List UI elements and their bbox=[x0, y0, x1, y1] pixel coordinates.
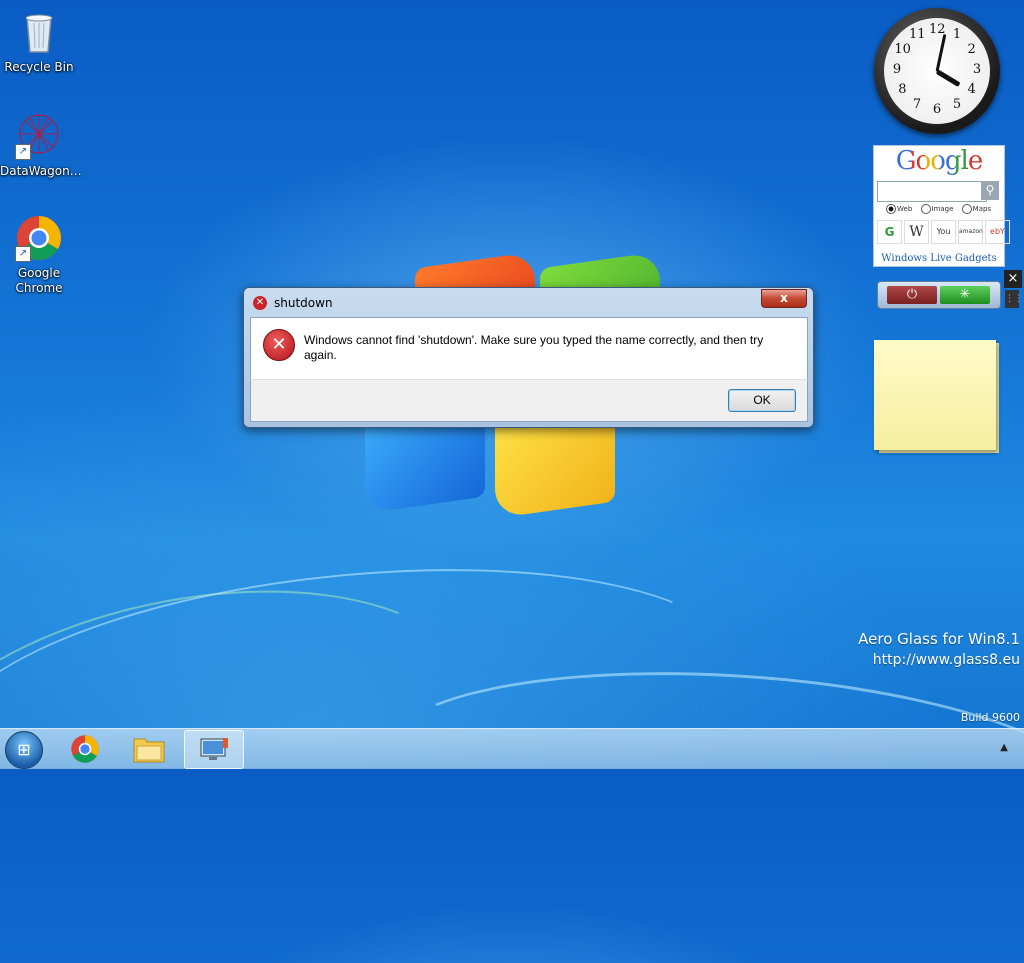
radio-icon bbox=[886, 204, 896, 214]
desktop-icon-label: DataWagon… bbox=[0, 164, 82, 178]
taskbar-remote-desktop[interactable] bbox=[184, 730, 244, 769]
magnifier-icon[interactable]: ⚲ bbox=[981, 181, 999, 200]
error-dialog: ✕ shutdown x ✕ Windows cannot find 'shut… bbox=[243, 287, 814, 428]
taskbar-file-explorer[interactable] bbox=[120, 730, 178, 767]
wikipedia-icon[interactable]: W bbox=[904, 220, 929, 244]
clock-face: 12 1 2 3 4 5 6 7 8 9 10 11 bbox=[884, 18, 990, 124]
clock-number: 9 bbox=[892, 62, 902, 77]
clock-number: 8 bbox=[898, 82, 907, 97]
sticky-note-gadget[interactable] bbox=[874, 340, 996, 450]
google-quick-links: G W You amazon ebY bbox=[877, 220, 1010, 244]
chrome-icon: ↗ bbox=[15, 214, 63, 262]
shortcut-arrow-icon: ↗ bbox=[15, 246, 31, 262]
close-button[interactable]: x bbox=[761, 289, 807, 308]
datawagon-icon: ↗ bbox=[15, 112, 63, 160]
clock-number: 4 bbox=[967, 82, 976, 97]
show-hidden-icons-icon[interactable]: ▲ bbox=[1000, 742, 1008, 753]
gadget-drag-handle-icon[interactable]: ⋮⋮ bbox=[1005, 290, 1023, 308]
option-label: Maps bbox=[972, 205, 992, 213]
watermark-title: Aero Glass for Win8.1 bbox=[858, 630, 1020, 648]
dialog-body: ✕ Windows cannot find 'shutdown'. Make s… bbox=[250, 317, 808, 380]
remote-desktop-icon bbox=[200, 738, 228, 760]
radio-icon bbox=[961, 204, 972, 214]
clock-number: 10 bbox=[894, 42, 911, 57]
google-search-input[interactable] bbox=[877, 181, 987, 202]
dialog-footer: OK bbox=[250, 379, 808, 422]
desktop-icon-datawagon[interactable]: ↗ DataWagon… bbox=[0, 112, 82, 179]
google-logo-text: Google bbox=[895, 146, 983, 176]
chrome-icon bbox=[71, 735, 99, 763]
dialog-message: Windows cannot find 'shutdown'. Make sur… bbox=[304, 333, 764, 362]
clock-hour-hand bbox=[935, 68, 961, 87]
recycle-bin-icon bbox=[15, 8, 63, 56]
youtube-icon[interactable]: You bbox=[931, 220, 956, 244]
desktop-icon-google-chrome[interactable]: ↗ Google Chrome bbox=[0, 214, 78, 296]
watermark-url: http://www.glass8.eu bbox=[872, 652, 1020, 668]
google-search-options: Web Image Maps bbox=[886, 204, 997, 214]
gadget-footer[interactable]: Windows Live Gadgets bbox=[874, 253, 1004, 264]
clock-number: 5 bbox=[952, 96, 962, 112]
taskbar: ⊞ ▲ bbox=[0, 728, 1024, 769]
google-search-gadget: Google ⚲ Web Image Maps G W You amazon e… bbox=[873, 145, 1010, 267]
clock-number: 7 bbox=[912, 96, 922, 112]
option-maps[interactable]: Maps bbox=[961, 204, 992, 214]
file-explorer-icon bbox=[133, 738, 165, 763]
watermark-build: Build 9600 bbox=[960, 711, 1020, 724]
power-off-icon[interactable]: ⏻ bbox=[887, 286, 937, 304]
error-icon: ✕ bbox=[253, 296, 267, 310]
ebay-icon[interactable]: ebY bbox=[985, 220, 1010, 244]
desktop-icon-label: Recycle Bin bbox=[4, 60, 74, 74]
desktop-icon-label: Google Chrome bbox=[15, 266, 63, 295]
taskbar-chrome[interactable] bbox=[56, 730, 114, 767]
radio-icon bbox=[920, 204, 931, 214]
option-web[interactable]: Web bbox=[886, 204, 913, 214]
dialog-title: shutdown bbox=[274, 296, 333, 310]
restart-icon[interactable]: ✳ bbox=[940, 286, 990, 304]
clock-number: 2 bbox=[967, 42, 976, 57]
error-icon: ✕ bbox=[263, 329, 295, 361]
option-label: Web bbox=[897, 205, 913, 213]
clock-minute-hand bbox=[935, 33, 947, 72]
clock-number: 3 bbox=[972, 62, 982, 77]
clock-number: 1 bbox=[952, 27, 962, 43]
start-button[interactable]: ⊞ bbox=[5, 731, 43, 769]
clock-number: 11 bbox=[909, 27, 926, 43]
desktop-icon-recycle-bin[interactable]: Recycle Bin bbox=[0, 8, 78, 75]
google-link-icon[interactable]: G bbox=[877, 220, 902, 244]
shortcut-arrow-icon: ↗ bbox=[15, 144, 31, 160]
power-gadget: ⏻ ✳ bbox=[877, 281, 1001, 309]
amazon-icon[interactable]: amazon bbox=[958, 220, 983, 244]
gadget-close-icon[interactable]: × bbox=[1004, 270, 1022, 288]
option-label: Image bbox=[931, 205, 954, 213]
clock-number: 6 bbox=[932, 102, 942, 117]
option-image[interactable]: Image bbox=[920, 204, 954, 214]
google-logo: Google bbox=[874, 146, 1004, 176]
clock-gadget[interactable]: 12 1 2 3 4 5 6 7 8 9 10 11 bbox=[874, 8, 1000, 134]
ok-button[interactable]: OK bbox=[728, 389, 796, 412]
